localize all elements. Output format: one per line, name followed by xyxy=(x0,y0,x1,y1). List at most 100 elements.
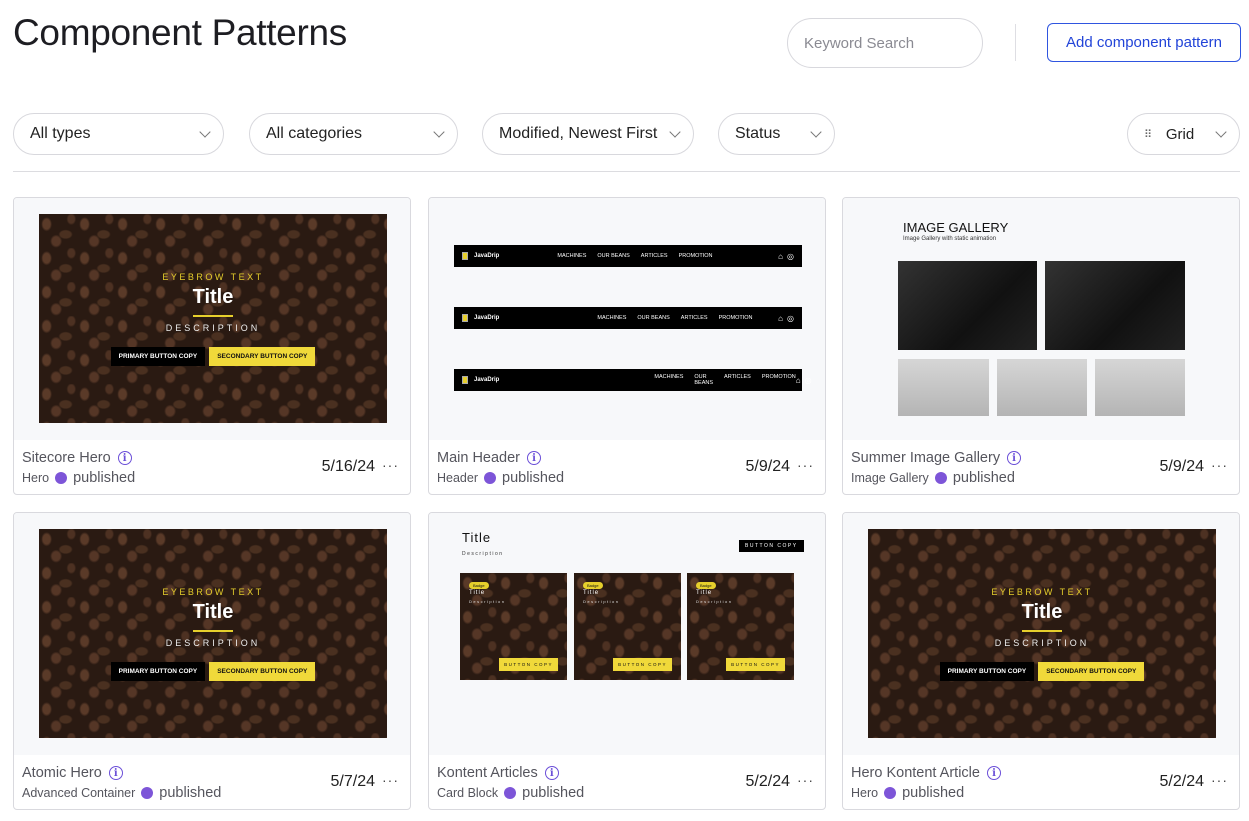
preview-title: Title xyxy=(193,286,234,309)
status-badge: published xyxy=(953,470,1015,486)
card-preview[interactable]: EYEBROW TEXT Title DESCRIPTION PRIMARY B… xyxy=(14,513,410,755)
nav-link: PROMOTION xyxy=(679,253,713,259)
card-footer: Atomic Hero i Advanced Container published… xyxy=(14,755,410,810)
card-footer: Sitecore Heroi Heropublished 5/16/24 ··· xyxy=(14,440,410,495)
add-component-pattern-button[interactable]: Add component pattern xyxy=(1047,23,1241,62)
divider xyxy=(1015,24,1016,61)
card-preview[interactable]: EYEBROW TEXT Title DESCRIPTION PRIMARY B… xyxy=(14,198,410,440)
brand-logo: JavaDrip xyxy=(462,314,499,322)
pattern-card[interactable]: JavaDrip MACHINESOUR BEANSARTICLESPROMOT… xyxy=(428,197,826,495)
more-options-icon[interactable]: ··· xyxy=(382,772,399,788)
status-dot xyxy=(141,787,153,799)
preview-description: DESCRIPTION xyxy=(166,638,261,648)
info-icon[interactable]: i xyxy=(527,451,541,465)
more-options-icon[interactable]: ··· xyxy=(1211,457,1228,473)
chevron-down-icon xyxy=(199,126,210,137)
preview-primary-button: PRIMARY BUTTON COPY xyxy=(940,662,1035,681)
preview-eyebrow: EYEBROW TEXT xyxy=(162,587,263,597)
card-name[interactable]: Sitecore Hero xyxy=(22,450,111,466)
card-date: 5/2/24 xyxy=(1160,773,1204,791)
status-filter[interactable]: Status xyxy=(718,113,835,155)
article-tile: Badge Title Description BUTTON COPY xyxy=(687,573,794,680)
user-icon: ◎ xyxy=(787,252,794,261)
grid-icon: ⠿ xyxy=(1144,128,1151,141)
pattern-card[interactable]: EYEBROW TEXT Title DESCRIPTION PRIMARY B… xyxy=(13,197,411,495)
cup-icon xyxy=(462,376,468,384)
view-select[interactable]: ⠿ Grid xyxy=(1127,113,1240,155)
card-date: 5/9/24 xyxy=(746,458,790,476)
tile-title: Title xyxy=(469,590,485,596)
info-icon[interactable]: i xyxy=(545,766,559,780)
more-options-icon[interactable]: ··· xyxy=(382,457,399,473)
info-icon[interactable]: i xyxy=(109,766,123,780)
card-name[interactable]: Atomic Hero xyxy=(22,765,102,781)
brand-logo: JavaDrip xyxy=(462,252,499,260)
more-options-icon[interactable]: ··· xyxy=(797,772,814,788)
bag-icon: ⌂ xyxy=(778,252,783,261)
bag-icon: ⌂ xyxy=(778,314,783,323)
info-icon[interactable]: i xyxy=(987,766,1001,780)
preview-button: BUTTON COPY xyxy=(739,540,804,552)
status-dot xyxy=(55,472,67,484)
tile-badge: Badge xyxy=(583,582,603,589)
card-footer: Main Headeri Headerpublished 5/9/24 ··· xyxy=(429,440,825,495)
preview-title: Title xyxy=(193,601,234,624)
categories-filter[interactable]: All categories xyxy=(249,113,458,155)
more-options-icon[interactable]: ··· xyxy=(797,457,814,473)
more-options-icon[interactable]: ··· xyxy=(1211,772,1228,788)
tile-title: Title xyxy=(696,590,712,596)
sort-select[interactable]: Modified, Newest First xyxy=(482,113,694,155)
cup-icon xyxy=(462,314,468,322)
card-preview[interactable]: JavaDrip MACHINESOUR BEANSARTICLESPROMOT… xyxy=(429,198,825,440)
preview-description: Description xyxy=(462,551,504,557)
nav-bar-preview: JavaDrip MACHINESOUR BEANSARTICLESPROMOT… xyxy=(454,369,802,391)
card-name[interactable]: Kontent Articles xyxy=(437,765,538,781)
card-name[interactable]: Main Header xyxy=(437,450,520,466)
card-date: 5/16/24 xyxy=(322,458,375,476)
pattern-card[interactable]: EYEBROW TEXT Title DESCRIPTION PRIMARY B… xyxy=(13,512,411,810)
info-icon[interactable]: i xyxy=(118,451,132,465)
card-preview[interactable]: EYEBROW TEXT Title DESCRIPTION PRIMARY B… xyxy=(843,513,1239,755)
hero-preview: EYEBROW TEXT Title DESCRIPTION PRIMARY B… xyxy=(868,529,1216,738)
preview-underline xyxy=(193,630,233,632)
search-input[interactable] xyxy=(804,35,1003,52)
cup-icon xyxy=(462,252,468,260)
nav-bar-preview: JavaDrip MACHINESOUR BEANSARTICLESPROMOT… xyxy=(454,245,802,267)
keyword-search[interactable] xyxy=(787,18,983,68)
status-badge: published xyxy=(502,470,564,486)
preview-title: IMAGE GALLERY xyxy=(903,220,1008,235)
bag-icon: ⌂ xyxy=(796,376,801,385)
tile-badge: Badge xyxy=(696,582,716,589)
user-icon: ◎ xyxy=(787,314,794,323)
brand-logo: JavaDrip xyxy=(462,376,499,384)
nav-link: MACHINES xyxy=(557,253,586,259)
card-name[interactable]: Summer Image Gallery xyxy=(851,450,1000,466)
nav-link: OUR BEANS xyxy=(597,253,629,259)
article-tile: Badge Title Description BUTTON COPY xyxy=(460,573,567,680)
info-icon[interactable]: i xyxy=(1007,451,1021,465)
hero-preview: EYEBROW TEXT Title DESCRIPTION PRIMARY B… xyxy=(39,214,387,423)
nav-link: MACHINES xyxy=(654,374,683,386)
card-type: Advanced Container xyxy=(22,786,135,800)
tile-badge: Badge xyxy=(469,582,489,589)
chevron-down-icon xyxy=(433,126,444,137)
preview-secondary-button: SECONDARY BUTTON COPY xyxy=(1038,662,1144,681)
nav-bar-preview: JavaDrip MACHINESOUR BEANSARTICLESPROMOT… xyxy=(454,307,802,329)
status-dot xyxy=(504,787,516,799)
user-icon: ◎ xyxy=(805,376,812,385)
chevron-down-icon xyxy=(810,126,821,137)
card-footer: Hero Kontent Articlei Heropublished 5/2/… xyxy=(843,755,1239,810)
card-type: Image Gallery xyxy=(851,471,929,485)
pattern-card[interactable]: Title Description BUTTON COPY Badge Titl… xyxy=(428,512,826,810)
status-dot xyxy=(484,472,496,484)
card-preview[interactable]: Title Description BUTTON COPY Badge Titl… xyxy=(429,513,825,755)
tile-description: Description xyxy=(696,599,733,604)
status-badge: published xyxy=(159,785,221,801)
pattern-card[interactable]: IMAGE GALLERY Image Gallery with static … xyxy=(842,197,1240,495)
status-dot xyxy=(884,787,896,799)
card-name[interactable]: Hero Kontent Article xyxy=(851,765,980,781)
types-filter[interactable]: All types xyxy=(13,113,224,155)
pattern-card[interactable]: EYEBROW TEXT Title DESCRIPTION PRIMARY B… xyxy=(842,512,1240,810)
card-preview[interactable]: IMAGE GALLERY Image Gallery with static … xyxy=(843,198,1239,440)
brand-name: JavaDrip xyxy=(474,253,499,259)
